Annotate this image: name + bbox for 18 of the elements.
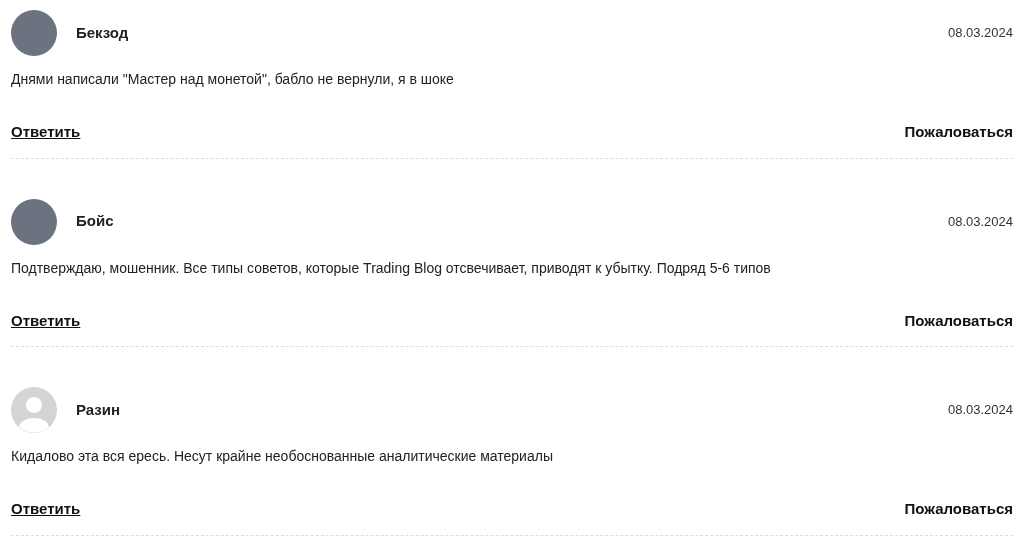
avatar-photo-placeholder — [11, 198, 57, 245]
avatar-photo-placeholder — [11, 10, 57, 56]
reply-link[interactable]: Ответить — [11, 309, 81, 332]
user-silhouette-icon — [11, 387, 57, 433]
reply-link[interactable]: Ответить — [11, 498, 81, 521]
comment-date: 08.03.2024 — [947, 212, 1013, 231]
comment-text: Подтверждаю, мошенник. Все типы советов, которые Trading Blog отсвечивает, приводят к убытку. Подряд 5-6 типов — [11, 258, 772, 278]
author-name: Бойс — [76, 211, 114, 232]
report-link[interactable]: Пожаловаться — [904, 498, 1013, 521]
comment-date: 08.03.2024 — [947, 24, 1013, 43]
author-name: Бекзод — [76, 22, 129, 43]
comment-text: Днями написали "Мастер над монетой", бабло не вернули, я в шоке — [11, 70, 455, 89]
author-name: Разин — [76, 399, 121, 420]
reply-link[interactable]: Ответить — [11, 121, 81, 144]
comment-text: Кидалово эта вся ересь. Несут крайне необоснованные аналитические материалы — [11, 447, 554, 466]
report-link[interactable]: Пожаловаться — [904, 121, 1013, 144]
comment-date: 08.03.2024 — [947, 401, 1013, 420]
report-link[interactable]: Пожаловаться — [904, 309, 1013, 332]
